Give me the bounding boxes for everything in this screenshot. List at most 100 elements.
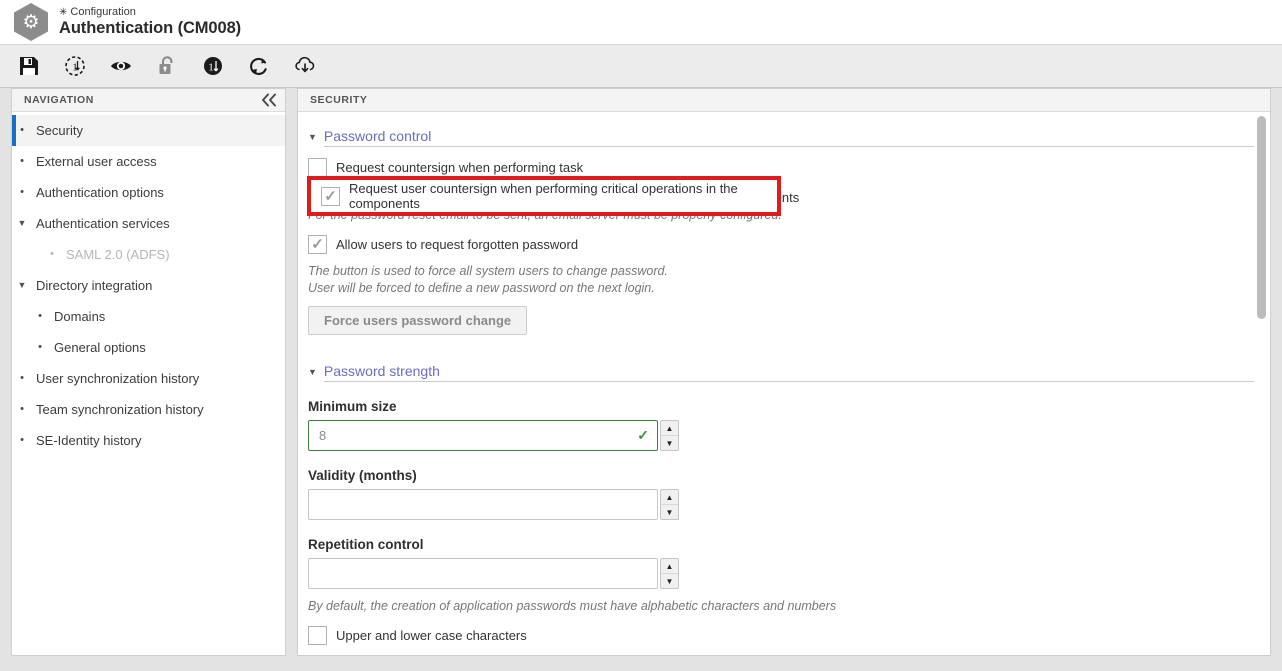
bullet-icon: • — [20, 155, 24, 167]
toolbar: 1 1 — [0, 45, 1282, 88]
page-title: Authentication (CM008) — [59, 19, 242, 37]
svg-text:1: 1 — [208, 62, 214, 74]
chevron-double-left-icon[interactable] — [259, 92, 279, 108]
app-logo: ⚙ — [12, 1, 50, 43]
bullet-icon: • — [20, 186, 24, 198]
validity-months-input[interactable] — [308, 489, 658, 520]
checkbox-label: Allow users to request forgotten passwor… — [336, 237, 579, 252]
sidebar-item-label: Team synchronization history — [36, 402, 204, 417]
sidebar-item-authentication-services[interactable]: ▼ Authentication services — [12, 208, 285, 239]
checkbox-row-countersign-task[interactable]: Request countersign when performing task — [308, 158, 1254, 177]
sidebar-item-label: General options — [54, 340, 146, 355]
sidebar-item-domains[interactable]: • Domains — [12, 301, 285, 332]
hint-force-password-line2: User will be forced to define a new pass… — [308, 281, 655, 295]
unlock-icon[interactable] — [154, 53, 180, 79]
caret-down-icon: ▼ — [308, 132, 317, 142]
hint-force-password-line1: The button is used to force all system u… — [308, 264, 668, 278]
checkbox-row-forgotten-password[interactable]: ✓ Allow users to request forgotten passw… — [308, 235, 1254, 254]
minimum-size-input[interactable]: 8 ✓ — [308, 420, 658, 451]
spin-down-icon[interactable]: ▼ — [661, 505, 678, 519]
spin-up-icon[interactable]: ▲ — [661, 559, 678, 574]
caret-down-icon: ▼ — [308, 367, 317, 377]
sidebar-item-label: External user access — [36, 154, 157, 169]
bullet-icon: • — [20, 434, 24, 446]
content-panel: SECURITY ▼ Password control Request coun… — [297, 88, 1271, 656]
breadcrumb-label: Configuration — [70, 6, 136, 18]
section-title: Password strength — [323, 363, 1254, 382]
checkbox-upper-lower-case[interactable] — [308, 626, 327, 645]
navigation-list: • Security • External user access • Auth… — [12, 112, 285, 456]
section-password-control-header[interactable]: ▼ Password control — [308, 128, 1254, 147]
highlight-annotation-box: ✓ Request user countersign when performi… — [307, 176, 781, 216]
hint-alphabetic-characters: By default, the creation of application … — [308, 599, 837, 613]
sidebar-item-external-user-access[interactable]: • External user access — [12, 146, 285, 177]
caret-down-icon: ▼ — [17, 218, 27, 228]
revision-filled-icon[interactable]: 1 — [200, 53, 226, 79]
sidebar-item-label: Authentication options — [36, 185, 164, 200]
checkbox-forgotten-password[interactable]: ✓ — [308, 235, 327, 254]
sidebar-item-team-synchronization-history[interactable]: • Team synchronization history — [12, 394, 285, 425]
validity-spin-buttons: ▲ ▼ — [660, 489, 679, 520]
sidebar-item-user-synchronization-history[interactable]: • User synchronization history — [12, 363, 285, 394]
checkbox-countersign-task[interactable] — [308, 158, 327, 177]
refresh-icon[interactable] — [246, 53, 272, 79]
repetition-spin-buttons: ▲ ▼ — [660, 558, 679, 589]
gear-icon-small: ✳ — [59, 7, 68, 18]
gear-hexagon-logo-icon: ⚙ — [14, 3, 48, 41]
save-icon[interactable] — [16, 53, 42, 79]
gear-icon: ⚙ — [22, 11, 40, 33]
content-panel-title: SECURITY — [310, 94, 368, 106]
sidebar-item-authentication-options[interactable]: • Authentication options — [12, 177, 285, 208]
valid-check-icon: ✓ — [637, 427, 649, 443]
navigation-panel: NAVIGATION • Security • External user ac… — [11, 88, 286, 656]
bullet-icon: • — [20, 372, 24, 384]
label-minimum-size: Minimum size — [308, 399, 397, 414]
sidebar-item-directory-integration[interactable]: ▼ Directory integration — [12, 270, 285, 301]
caret-down-icon: ▼ — [17, 280, 27, 290]
sidebar-item-label: Domains — [54, 309, 106, 324]
spin-down-icon[interactable]: ▼ — [661, 574, 678, 588]
checkbox-countersign-critical-highlighted[interactable]: ✓ — [321, 186, 340, 206]
stepper-repetition-control: ▲ ▼ — [308, 558, 679, 589]
bullet-icon: • — [20, 403, 24, 415]
checkbox-row-upper-lower-case[interactable]: Upper and lower case characters — [308, 626, 1254, 645]
eye-icon[interactable] — [108, 53, 134, 79]
checkbox-label: Upper and lower case characters — [336, 628, 527, 643]
checkbox-label: Request countersign when performing task — [336, 160, 584, 175]
bullet-icon: • — [38, 310, 42, 322]
minimum-size-value: 8 — [319, 428, 327, 443]
spin-up-icon[interactable]: ▲ — [661, 490, 678, 505]
spin-up-icon[interactable]: ▲ — [661, 421, 678, 436]
cloud-download-icon[interactable] — [292, 53, 318, 79]
sidebar-item-security[interactable]: • Security — [12, 115, 285, 146]
content-scrollbar-thumb[interactable] — [1257, 116, 1266, 319]
highlighted-checkbox-label: Request user countersign when performing… — [349, 181, 738, 211]
sidebar-item-label: Authentication services — [36, 216, 170, 231]
sidebar-item-label: SAML 2.0 (ADFS) — [66, 247, 170, 262]
section-title: Password control — [323, 128, 1254, 147]
check-icon: ✓ — [324, 187, 337, 205]
bullet-icon: • — [38, 341, 42, 353]
force-users-password-change-button[interactable]: Force users password change — [308, 306, 528, 335]
sidebar-item-label: Directory integration — [36, 278, 153, 293]
minimum-size-spin-buttons: ▲ ▼ — [660, 420, 679, 451]
sidebar-item-se-identity-history[interactable]: • SE-Identity history — [12, 425, 285, 456]
stepper-validity-months: ▲ ▼ — [308, 489, 679, 520]
content-panel-header: SECURITY — [298, 89, 1270, 112]
stepper-minimum-size: 8 ✓ ▲ ▼ — [308, 420, 679, 451]
sidebar-item-label: Security — [36, 123, 83, 138]
sidebar-item-label: SE-Identity history — [36, 433, 142, 448]
sidebar-item-saml-adfs[interactable]: • SAML 2.0 (ADFS) — [12, 239, 285, 270]
section-password-strength-header[interactable]: ▼ Password strength — [308, 363, 1254, 382]
repetition-control-input[interactable] — [308, 558, 658, 589]
sidebar-item-general-options[interactable]: • General options — [12, 332, 285, 363]
check-icon: ✓ — [311, 236, 324, 253]
header-text-block: ✳ Configuration Authentication (CM008) — [59, 6, 241, 38]
revision-dashed-icon[interactable]: 1 — [62, 53, 88, 79]
navigation-panel-header: NAVIGATION — [12, 89, 285, 112]
spin-down-icon[interactable]: ▼ — [661, 436, 678, 450]
app-header: ⚙ ✳ Configuration Authentication (CM008) — [0, 0, 1282, 45]
navigation-panel-title: NAVIGATION — [24, 94, 94, 106]
bullet-icon: • — [50, 248, 54, 260]
label-repetition-control: Repetition control — [308, 537, 424, 552]
